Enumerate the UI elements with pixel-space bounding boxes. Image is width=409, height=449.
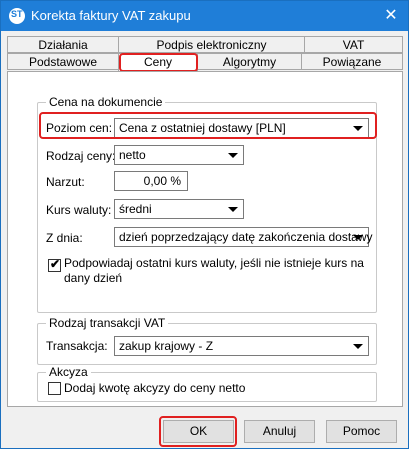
title-bar[interactable]: ST Korekta faktury VAT zakupu ✕ <box>1 1 408 31</box>
tab-powiazane[interactable]: Powiązane <box>301 53 403 70</box>
tab-dzialania[interactable]: Działania <box>7 36 119 53</box>
tab-vat[interactable]: VAT <box>304 36 403 53</box>
transaction-label: Transakcja: <box>46 339 108 353</box>
chevron-down-icon <box>353 235 363 240</box>
tab-algorytmy[interactable]: Algorytmy <box>197 53 302 70</box>
price-group-title: Cena na dokumencie <box>46 95 166 109</box>
exchange-rate-label: Kurs waluty: <box>46 203 112 217</box>
excise-group-title: Akcyza <box>46 365 91 379</box>
window-title: Korekta faktury VAT zakupu <box>31 8 191 23</box>
vat-group-title: Rodzaj transakcji VAT <box>46 316 169 330</box>
cancel-button[interactable]: Anuluj <box>244 420 315 443</box>
suggest-rate-checkbox[interactable]: ✔ <box>48 257 61 272</box>
tab-content-panel: Cena na dokumencie Poziom cen: Cena z os… <box>7 71 403 407</box>
close-icon[interactable]: ✕ <box>380 5 402 27</box>
markup-input[interactable]: 0,00 % <box>114 171 188 191</box>
tab-ceny-highlight <box>119 53 198 72</box>
from-date-value: dzień poprzedzający datę zakończenia dos… <box>119 230 373 244</box>
suggest-rate-label-line1: Podpowiadaj ostatni kurs waluty, jeśli n… <box>64 256 364 270</box>
suggest-rate-label[interactable]: Podpowiadaj ostatni kurs waluty, jeśli n… <box>64 256 364 286</box>
from-date-label: Z dnia: <box>46 231 83 245</box>
help-button[interactable]: Pomoc <box>326 420 397 443</box>
suggest-rate-label-line2: dany dzień <box>64 271 123 285</box>
ok-button-highlight <box>159 416 237 447</box>
markup-label: Narzut: <box>46 175 85 189</box>
add-excise-label[interactable]: Dodaj kwotę akcyzy do ceny netto <box>64 381 245 395</box>
chevron-down-icon <box>228 153 238 158</box>
price-level-highlight <box>39 112 377 139</box>
app-logo-icon: ST <box>9 8 25 24</box>
from-date-select[interactable]: dzień poprzedzający datę zakończenia dos… <box>114 227 373 247</box>
price-type-label: Rodzaj ceny: <box>46 149 116 163</box>
exchange-rate-select[interactable]: średni <box>114 199 244 219</box>
app-logo-text: ST <box>11 9 23 19</box>
dialog-window: ST Korekta faktury VAT zakupu ✕ Działani… <box>0 0 409 449</box>
tab-podstawowe[interactable]: Podstawowe <box>7 53 119 70</box>
transaction-select[interactable]: zakup krajowy - Z <box>114 336 369 356</box>
excise-group: Akcyza Dodaj kwotę akcyzy do ceny netto <box>37 365 377 402</box>
transaction-value: zakup krajowy - Z <box>119 339 214 353</box>
chevron-down-icon <box>353 344 363 349</box>
add-excise-checkbox[interactable] <box>48 382 61 395</box>
exchange-rate-value: średni <box>119 202 152 216</box>
tab-podpis-elektroniczny[interactable]: Podpis elektroniczny <box>118 36 305 53</box>
price-type-value: netto <box>119 148 146 162</box>
checkmark-icon: ✔ <box>50 257 61 271</box>
price-type-select[interactable]: netto <box>114 145 244 165</box>
vat-group: Rodzaj transakcji VAT Transakcja: zakup … <box>37 316 377 365</box>
chevron-down-icon <box>228 207 238 212</box>
